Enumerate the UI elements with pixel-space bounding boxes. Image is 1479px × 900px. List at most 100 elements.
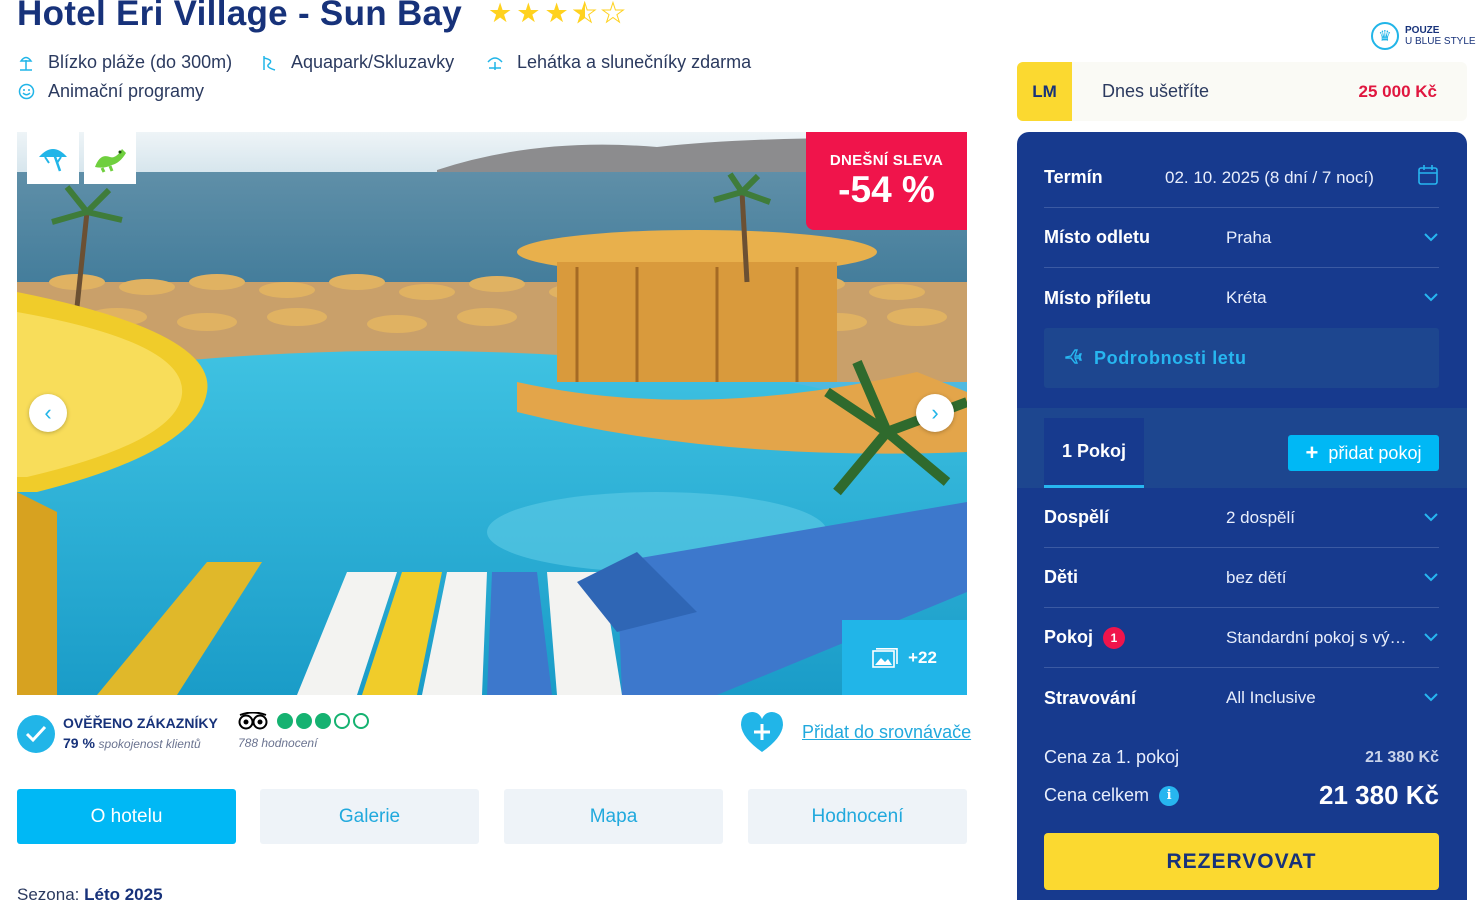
prev-photo-button[interactable]: ‹ bbox=[29, 394, 67, 432]
room-tab-1[interactable]: 1 Pokoj bbox=[1044, 418, 1144, 488]
rooms-section: 1 Pokoj + přidat pokoj bbox=[1017, 408, 1467, 488]
rating-bubble-filled bbox=[315, 713, 331, 729]
blue-style-line2: U BLUE STYLE bbox=[1405, 36, 1476, 47]
discount-value: -54 % bbox=[838, 169, 935, 210]
satisfaction-text: spokojenost klientů bbox=[98, 737, 201, 751]
next-photo-button[interactable]: › bbox=[916, 394, 954, 432]
hotel-photo-gallery[interactable]: DNEŠNÍ SLEVA -54 % ‹ › +22 bbox=[17, 132, 967, 695]
feature-label: Aquapark/Skluzavky bbox=[291, 52, 455, 72]
hotel-tabs: O hotelu Galerie Mapa Hodnocení bbox=[17, 789, 967, 844]
term-value: 02. 10. 2025 (8 dní / 7 nocí) bbox=[1165, 167, 1374, 187]
tab-map[interactable]: Mapa bbox=[504, 789, 723, 844]
blue-style-line1: POUZE bbox=[1405, 25, 1440, 36]
calendar-icon bbox=[1409, 164, 1439, 191]
heart-plus-icon bbox=[741, 712, 783, 752]
empty-star-icon: ★ bbox=[600, 0, 626, 28]
adults-value: 2 dospělí bbox=[1226, 507, 1295, 527]
price-summary: Cena za 1. pokoj 21 380 Kč Cena celkem i… bbox=[1017, 729, 1467, 900]
feature-beach: Blízko pláže (do 300m) bbox=[17, 52, 232, 73]
tripadvisor-count: 788 hodnocení bbox=[238, 736, 318, 750]
chevron-down-icon bbox=[1409, 229, 1439, 247]
crown-icon: ♛ bbox=[1371, 22, 1399, 50]
room-type-select[interactable]: Pokoj 1 Standardní pokoj s výhledem bbox=[1044, 608, 1439, 668]
board-select[interactable]: Stravování All Inclusive bbox=[1044, 668, 1439, 728]
chevron-down-icon bbox=[1409, 689, 1439, 707]
feature-label: Lehátka a slunečníky zdarma bbox=[517, 52, 752, 72]
arrival-value: Kréta bbox=[1226, 288, 1267, 307]
arrival-select[interactable]: Místo příletu Kréta bbox=[1044, 268, 1439, 328]
rating-bubble-filled bbox=[296, 713, 312, 729]
waterslide-icon bbox=[260, 54, 278, 72]
feature-animation: Animační programy bbox=[17, 81, 204, 102]
chevron-left-icon: ‹ bbox=[44, 400, 52, 425]
verified-customers: OVĚŘENO ZÁKAZNÍKY 79 % spokojenost klien… bbox=[17, 712, 218, 753]
add-room-button[interactable]: + přidat pokoj bbox=[1288, 435, 1439, 471]
family-crocodile-badge bbox=[84, 132, 136, 184]
more-photos-button[interactable]: +22 bbox=[842, 620, 967, 695]
departure-select[interactable]: Místo odletu Praha bbox=[1044, 208, 1439, 268]
arrival-label: Místo příletu bbox=[1044, 287, 1151, 308]
rating-bubble-empty bbox=[353, 713, 369, 729]
season-label: Sezona: bbox=[17, 885, 80, 900]
verified-title: OVĚŘENO ZÁKAZNÍKY bbox=[63, 715, 218, 731]
chevron-right-icon: › bbox=[931, 400, 939, 425]
tripadvisor-rating[interactable]: 788 hodnocení bbox=[238, 712, 369, 750]
room-count-badge: 1 bbox=[1103, 626, 1126, 649]
chevron-down-icon bbox=[1409, 509, 1439, 527]
blue-style-exclusive: ♛ POUZE U BLUE STYLE bbox=[1371, 22, 1476, 50]
tripadvisor-owl-icon bbox=[238, 712, 268, 730]
compare-block[interactable]: Přidat do srovnávače bbox=[738, 710, 971, 754]
chevron-down-icon bbox=[1409, 629, 1439, 647]
discount-badge: DNEŠNÍ SLEVA -54 % bbox=[806, 132, 967, 230]
flight-details-label: Podrobnosti letu bbox=[1094, 347, 1247, 368]
umbrella-icon bbox=[39, 149, 67, 172]
star-icon: ★ bbox=[488, 0, 513, 28]
star-icon: ★ bbox=[516, 0, 541, 28]
room-label-wrap: Pokoj 1 bbox=[1044, 626, 1226, 649]
departure-value: Praha bbox=[1226, 227, 1272, 247]
adults-select[interactable]: Dospělí 2 dospělí bbox=[1044, 488, 1439, 548]
booking-panel: Termín 02. 10. 2025 (8 dní / 7 nocí) Mís… bbox=[1017, 132, 1467, 900]
chevron-down-icon bbox=[1409, 289, 1439, 307]
discount-label: DNEŠNÍ SLEVA bbox=[829, 152, 944, 169]
smile-icon bbox=[17, 83, 35, 101]
lastminute-saving-bar: LM Dnes ušetříte 25 000 Kč bbox=[1017, 62, 1467, 121]
sunbed-icon bbox=[486, 54, 504, 72]
check-circle-icon bbox=[17, 715, 55, 753]
feature-aquapark: Aquapark/Skluzavky bbox=[260, 52, 454, 73]
tripadvisor-bubbles bbox=[277, 713, 369, 729]
feature-label: Blízko pláže (do 300m) bbox=[48, 52, 233, 72]
info-icon[interactable]: i bbox=[1159, 785, 1180, 806]
children-select[interactable]: Děti bez dětí bbox=[1044, 548, 1439, 608]
term-row[interactable]: Termín 02. 10. 2025 (8 dní / 7 nocí) bbox=[1044, 148, 1439, 208]
season-value: Léto 2025 bbox=[84, 885, 163, 900]
plane-icon bbox=[1064, 347, 1082, 370]
reserve-button[interactable]: REZERVOVAT bbox=[1044, 833, 1439, 890]
beach-umbrella-badge bbox=[27, 132, 79, 184]
adults-label: Dospělí bbox=[1044, 507, 1110, 527]
half-star-icon: ★ bbox=[572, 0, 597, 28]
departure-label: Místo odletu bbox=[1044, 227, 1150, 247]
total-price-label: Cena celkem bbox=[1044, 785, 1150, 805]
star-rating: ★ ★ ★ ★ ★ bbox=[488, 0, 626, 28]
children-value: bez dětí bbox=[1226, 567, 1287, 587]
crocodile-icon bbox=[95, 149, 126, 173]
children-label: Děti bbox=[1044, 567, 1079, 587]
board-value: All Inclusive bbox=[1226, 688, 1316, 707]
tab-about-hotel[interactable]: O hotelu bbox=[17, 789, 236, 844]
tab-gallery[interactable]: Galerie bbox=[260, 789, 479, 844]
beach-icon bbox=[17, 54, 35, 72]
lastminute-tag: LM bbox=[1017, 62, 1072, 121]
add-to-compare-link[interactable]: Přidat do srovnávače bbox=[802, 722, 971, 743]
tab-reviews[interactable]: Hodnocení bbox=[748, 789, 967, 844]
flight-details-button[interactable]: Podrobnosti letu bbox=[1044, 328, 1439, 388]
room-label: Pokoj bbox=[1044, 627, 1094, 647]
season-info: Sezona: Léto 2025 bbox=[17, 885, 163, 900]
plus-icon: + bbox=[1305, 440, 1319, 465]
room-price-label: Cena za 1. pokoj bbox=[1044, 747, 1180, 767]
term-label: Termín bbox=[1044, 167, 1103, 187]
satisfaction-value: 79 % bbox=[63, 735, 95, 751]
room-type-value: Standardní pokoj s výhledem bbox=[1226, 627, 1409, 647]
rating-bubble-empty bbox=[334, 713, 350, 729]
room-price-row: Cena za 1. pokoj 21 380 Kč bbox=[1044, 747, 1439, 768]
